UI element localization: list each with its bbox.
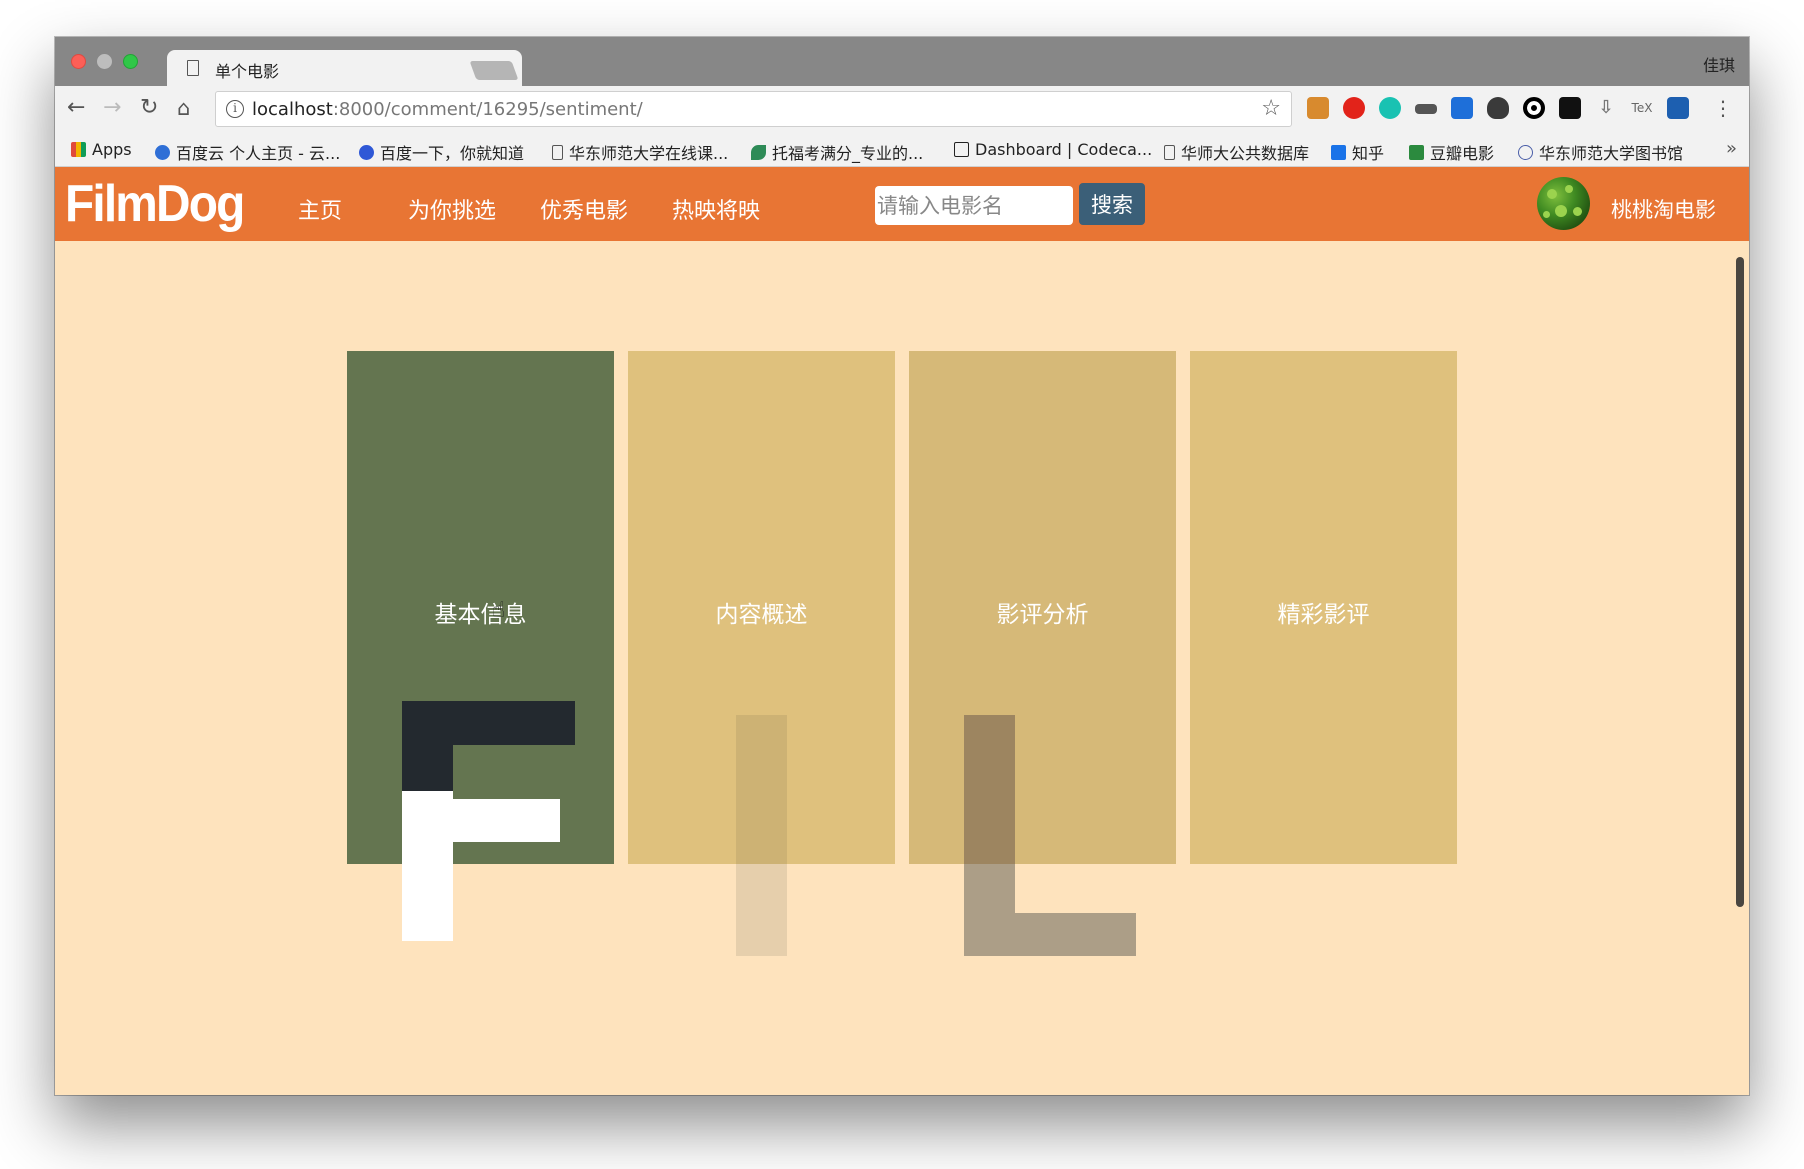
- extension-jb-icon[interactable]: [1559, 97, 1581, 119]
- extension-basket-icon[interactable]: [1307, 97, 1329, 119]
- menu-icon[interactable]: ⋮: [1713, 96, 1733, 120]
- letter-i-lower: [736, 864, 787, 956]
- nav-top-movies[interactable]: 优秀电影: [540, 193, 628, 225]
- bookmark-item[interactable]: 百度一下，你就知道: [359, 140, 524, 164]
- extension-calendar-icon[interactable]: [1451, 97, 1473, 119]
- baidu-cloud-icon: [155, 144, 170, 160]
- avatar[interactable]: [1537, 177, 1590, 230]
- bookmark-item[interactable]: 豆瓣电影: [1409, 140, 1494, 164]
- new-tab-button[interactable]: [469, 61, 519, 80]
- letter-i-upper: [736, 715, 787, 864]
- bookmark-item[interactable]: Apps: [71, 140, 132, 159]
- extension-opera-icon[interactable]: [1343, 97, 1365, 119]
- bookmark-item[interactable]: 托福考满分_专业的...: [751, 140, 923, 164]
- site-header: FilmDog 主页 为你挑选 优秀电影 热映将映 搜索 桃桃淘电影: [55, 167, 1749, 241]
- bookmark-item[interactable]: 华东师范大学图书馆: [1518, 140, 1683, 164]
- minimize-window-button[interactable]: [97, 54, 112, 69]
- bookmark-item[interactable]: 知乎: [1331, 140, 1384, 164]
- back-arrow-icon[interactable]: ←: [67, 94, 85, 122]
- card-label: 基本信息: [434, 602, 527, 628]
- username[interactable]: 桃桃淘电影: [1611, 194, 1716, 224]
- scrollbar[interactable]: [1736, 257, 1744, 907]
- document-icon: [1164, 144, 1175, 160]
- letter-f-stem-dark: [402, 701, 453, 791]
- letter-l-upper: [964, 715, 1015, 864]
- library-icon: [1518, 144, 1533, 160]
- leaf-icon: [751, 144, 766, 160]
- hand-cursor-icon: ☝: [492, 598, 506, 623]
- extension-mask-icon[interactable]: [1415, 104, 1437, 114]
- bookmark-item[interactable]: 华东师范大学在线课...: [552, 140, 728, 164]
- more-bookmarks-icon[interactable]: »: [1726, 138, 1737, 159]
- search-input[interactable]: [875, 186, 1073, 225]
- card-review-analysis[interactable]: 影评分析: [909, 351, 1176, 864]
- tab-active[interactable]: 单个电影 ×: [167, 50, 522, 86]
- card-label: 内容概述: [715, 602, 808, 628]
- douban-icon: [1409, 144, 1424, 160]
- extension-tex-icon[interactable]: TeX: [1631, 97, 1653, 119]
- url-text[interactable]: localhost:8000/comment/16295/sentiment/: [252, 99, 643, 120]
- document-icon: [187, 60, 199, 76]
- reload-icon[interactable]: ↻: [140, 94, 158, 122]
- close-window-button[interactable]: [71, 54, 86, 69]
- site-logo[interactable]: FilmDog: [65, 174, 245, 234]
- apps-icon: [71, 142, 86, 157]
- letter-l-foot: [964, 913, 1136, 956]
- baidu-paw-icon: [359, 144, 374, 160]
- extension-evernote-icon[interactable]: [1487, 97, 1509, 119]
- nav-home[interactable]: 主页: [298, 193, 342, 225]
- nav-now-showing[interactable]: 热映将映: [672, 193, 760, 225]
- bookmark-item[interactable]: Dashboard | Codeca...: [954, 140, 1152, 159]
- tab-title: 单个电影: [215, 62, 280, 81]
- letter-f-mid-bar: [402, 799, 560, 842]
- card-basic-info[interactable]: 基本信息: [347, 351, 614, 864]
- codecademy-icon: [954, 142, 969, 157]
- document-icon: [552, 144, 563, 160]
- extension-circle-icon[interactable]: [1523, 97, 1545, 119]
- bookmark-item[interactable]: 华师大公共数据库: [1164, 140, 1309, 164]
- extension-shield-icon[interactable]: [1667, 97, 1689, 119]
- bookmark-item[interactable]: 百度云 个人主页 - 云...: [155, 140, 340, 164]
- nav-recommend[interactable]: 为你挑选: [408, 193, 496, 225]
- bookmark-star-icon[interactable]: ☆: [1261, 96, 1281, 121]
- extension-download-icon[interactable]: ⇩: [1595, 97, 1617, 119]
- card-label: 精彩影评: [1277, 602, 1370, 628]
- maximize-window-button[interactable]: [123, 54, 138, 69]
- zhihu-icon: [1331, 144, 1346, 160]
- card-featured-reviews[interactable]: 精彩影评: [1190, 351, 1457, 864]
- browser-toolbar: ← → ↻ ⌂ i localhost:8000/comment/16295/s…: [55, 86, 1749, 132]
- forward-arrow-icon[interactable]: →: [103, 94, 121, 122]
- profile-name[interactable]: 佳琪: [1703, 52, 1735, 76]
- home-icon[interactable]: ⌂: [177, 94, 190, 122]
- tab-strip: 单个电影 × 佳琪: [55, 37, 1749, 86]
- card-label: 影评分析: [996, 602, 1089, 628]
- search-button[interactable]: 搜索: [1079, 183, 1145, 225]
- bookmarks-bar: Apps 百度云 个人主页 - 云... 百度一下，你就知道 华东师范大学在线课…: [55, 132, 1749, 167]
- extension-teal-icon[interactable]: [1379, 97, 1401, 119]
- address-bar[interactable]: i localhost:8000/comment/16295/sentiment…: [215, 91, 1292, 127]
- browser-window: 单个电影 × 佳琪 ← → ↻ ⌂ i localhost:8000/comme…: [55, 37, 1749, 1095]
- info-icon[interactable]: i: [226, 100, 244, 118]
